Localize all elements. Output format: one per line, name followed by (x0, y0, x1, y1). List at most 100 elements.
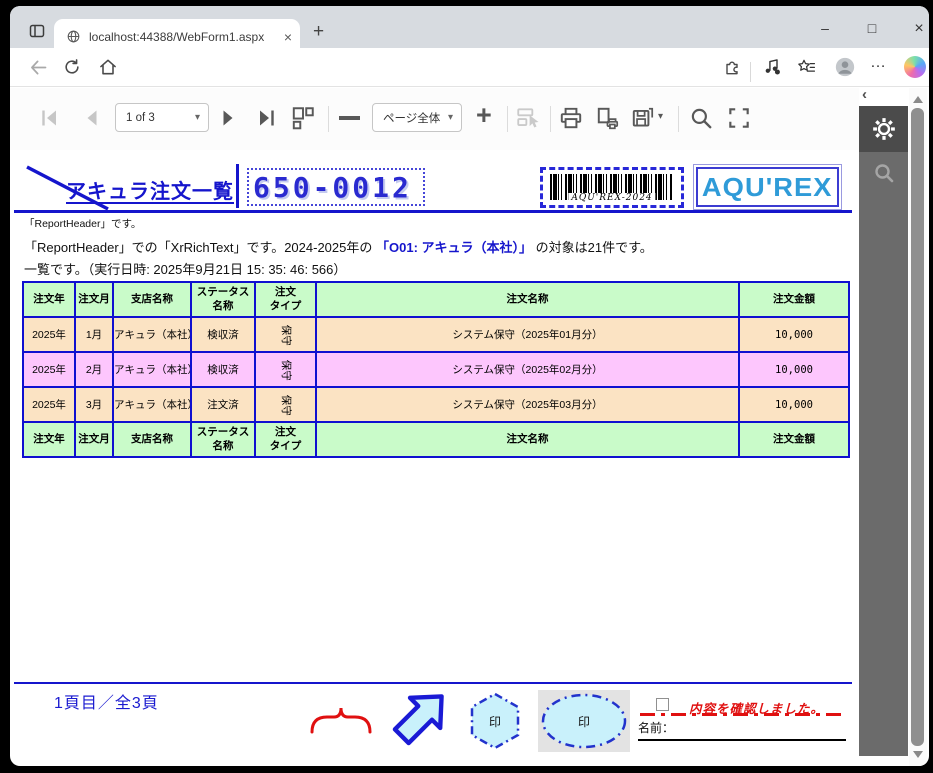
print-page-icon (595, 105, 621, 131)
zoom-mode-label: ページ全体 (383, 110, 442, 126)
col-header-status: ステータス 名称 (191, 422, 255, 457)
copilot-button[interactable] (904, 56, 926, 78)
table-footer-header-row: 注文年 注文月 支店名称 ステータス 名称 注文 タイプ 注文名称 注文金額 (23, 422, 849, 457)
cell-year: 2025年 (23, 352, 75, 387)
next-page-button[interactable] (216, 106, 240, 130)
order-row: 2025年 3月 アキュラ（本社） 注文済 保守 システム保守（2025年03月… (23, 387, 849, 422)
col-header-name: 注文名称 (316, 282, 739, 317)
report-title: アキュラ注文一覧 (66, 175, 234, 204)
scrollbar-thumb[interactable] (911, 108, 924, 746)
col-header-amount: 注文金額 (739, 422, 849, 457)
tab-title: localhost:44388/WebForm1.aspx (89, 30, 284, 44)
page-selector[interactable]: 1 of 3 ▾ (115, 103, 209, 132)
toolbar-separator (678, 106, 679, 132)
settings-more-button[interactable]: … (870, 54, 887, 72)
star-lines-icon (796, 57, 817, 77)
prev-page-button[interactable] (80, 106, 104, 130)
col-header-branch: 支店名称 (113, 282, 191, 317)
favorites-bar-button[interactable] (796, 57, 817, 77)
last-page-button[interactable] (254, 106, 278, 130)
puzzle-icon (722, 57, 742, 77)
col-header-status: ステータス 名称 (191, 282, 255, 317)
search-button[interactable] (688, 105, 714, 131)
rich-text-line: 「ReportHeader」での「XrRichText」です。2024-2025… (24, 237, 653, 256)
next-page-icon (216, 106, 240, 130)
window-close-button[interactable]: × (902, 20, 929, 38)
tab-close-icon[interactable]: × (284, 30, 292, 44)
options-tab[interactable] (859, 106, 908, 152)
cell-amount: 10,000 (739, 387, 849, 422)
cell-year: 2025年 (23, 387, 75, 422)
rotated-type-text: 保守 (280, 394, 291, 415)
barcode-box: AQU'REX-2024 (540, 167, 684, 208)
zoom-in-button[interactable]: + (476, 102, 492, 129)
maximize-button[interactable]: □ (855, 20, 889, 36)
browser-window: localhost:44388/WebForm1.aspx × + – □ × (10, 6, 929, 766)
tab-actions-button[interactable] (28, 22, 46, 40)
gear-icon (871, 116, 897, 142)
refresh-icon (62, 57, 82, 77)
extensions-button[interactable] (722, 57, 742, 77)
minimize-button[interactable]: – (808, 20, 842, 36)
browser-toolbar: https://localhost:44388/WebForm1.aspx (10, 48, 929, 87)
cell-month: 1月 (75, 317, 113, 352)
home-icon (98, 57, 118, 77)
name-underline (638, 739, 846, 741)
page-number-label: 1頁目／全3頁 (54, 689, 159, 713)
page-indicator: 1 of 3 (126, 112, 189, 124)
print-button[interactable] (558, 105, 584, 131)
col-header-name: 注文名称 (316, 422, 739, 457)
col-header-year: 注文年 (23, 282, 75, 317)
multipage-view-button[interactable] (290, 105, 316, 131)
order-row: 2025年 2月 アキュラ（本社） 検収済 保守 システム保守（2025年02月… (23, 352, 849, 387)
cell-status: 検収済 (191, 352, 255, 387)
cell-type: 保守 (255, 387, 316, 422)
col-header-month: 注文月 (75, 282, 113, 317)
cell-month: 3月 (75, 387, 113, 422)
ellipse-stamp-area: 印 (538, 690, 630, 752)
back-button[interactable] (28, 57, 49, 78)
fullscreen-button[interactable] (726, 105, 752, 131)
cell-name: システム保守（2025年01月分） (316, 317, 739, 352)
collapse-panel-button[interactable]: ‹ (862, 86, 878, 103)
globe-icon (66, 29, 81, 44)
col-header-branch: 支店名称 (113, 422, 191, 457)
logo-text: AQU'REX (702, 172, 833, 203)
table-header-row: 注文年 注文月 支店名称 ステータス 名称 注文 タイプ 注文名称 注文金額 (23, 282, 849, 317)
home-button[interactable] (98, 57, 118, 77)
chevron-down-icon: ▾ (448, 112, 453, 123)
scroll-up-icon[interactable] (913, 96, 923, 103)
zoom-mode-selector[interactable]: ページ全体 ▾ (372, 103, 462, 132)
toolbar-separator (328, 106, 329, 132)
company-logo: AQU'REX (696, 167, 839, 207)
profile-button[interactable] (834, 56, 856, 78)
music-note-icon (762, 57, 782, 77)
name-label: 名前： (638, 719, 674, 736)
export-button[interactable] (630, 105, 656, 131)
new-tab-button[interactable]: + (313, 21, 324, 43)
zoom-out-button[interactable] (339, 116, 360, 120)
print-page-button[interactable] (595, 105, 621, 131)
red-dash-dot-line (640, 713, 845, 716)
first-page-button[interactable] (38, 106, 62, 130)
cell-status: 検収済 (191, 317, 255, 352)
back-icon (28, 57, 49, 78)
stamp-label: 印 (468, 692, 522, 750)
cell-status: 注文済 (191, 387, 255, 422)
cell-branch: アキュラ（本社） (113, 317, 191, 352)
rich-text-post: の対象は21件です。 (532, 240, 653, 255)
arrow-up-right-icon (374, 670, 467, 763)
panel-search-tab[interactable] (859, 152, 908, 194)
export-caret-icon[interactable]: ▾ (658, 111, 663, 122)
toolbar-divider (750, 62, 751, 82)
scroll-down-icon[interactable] (913, 751, 923, 758)
cell-name: システム保守（2025年02月分） (316, 352, 739, 387)
col-header-type: 注文 タイプ (255, 282, 316, 317)
hexagon-stamp: 印 (468, 692, 522, 750)
media-controls-button[interactable] (762, 57, 782, 77)
avatar (834, 56, 856, 78)
last-page-icon (254, 106, 278, 130)
refresh-button[interactable] (62, 57, 82, 77)
cell-type: 保守 (255, 352, 316, 387)
first-page-icon (38, 106, 62, 130)
